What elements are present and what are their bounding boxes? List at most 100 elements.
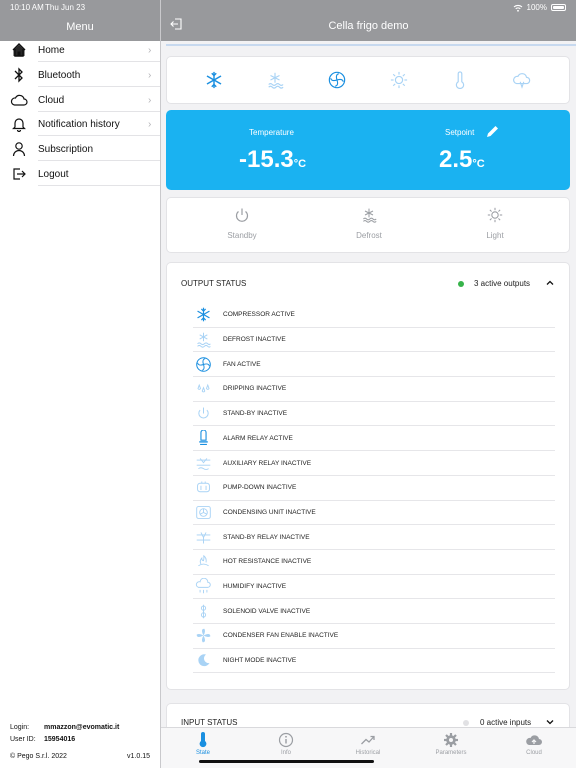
sidebar-footer: Login: mmazzon@evomatic.it User ID: 1595… bbox=[10, 718, 150, 768]
output-row: DRIPPING INACTIVE bbox=[193, 377, 555, 402]
output-row: PUMP-DOWN INACTIVE bbox=[193, 476, 555, 501]
alarm-icon bbox=[194, 429, 212, 447]
output-label: SOLENOID VALVE INACTIVE bbox=[223, 607, 311, 615]
light-icon bbox=[487, 207, 503, 223]
gear-icon bbox=[444, 733, 458, 747]
sidebar-item-label: Bluetooth bbox=[38, 69, 81, 81]
defrost-button[interactable]: Defrost bbox=[329, 207, 409, 240]
output-label: STAND-BY RELAY INACTIVE bbox=[223, 533, 310, 541]
moon-icon bbox=[194, 652, 212, 670]
tab-historical[interactable]: Historical bbox=[338, 732, 398, 756]
output-label: CONDENSER FAN ENABLE INACTIVE bbox=[223, 632, 339, 640]
logout-icon bbox=[0, 166, 38, 182]
thermometer-icon[interactable] bbox=[448, 68, 472, 92]
tab-info[interactable]: Info bbox=[256, 732, 316, 756]
home-indicator bbox=[199, 760, 374, 763]
chevron-up-icon[interactable] bbox=[545, 278, 555, 288]
temperature-label: Temperature bbox=[249, 128, 294, 137]
sidebar-item-bluetooth[interactable]: Bluetooth › bbox=[0, 63, 160, 87]
output-label: HUMIDIFY INACTIVE bbox=[223, 583, 287, 591]
defrost-icon[interactable] bbox=[263, 68, 287, 92]
fan-icon bbox=[194, 355, 212, 373]
sidebar-item-label: Notification history bbox=[38, 118, 120, 130]
edit-setpoint-icon[interactable] bbox=[484, 124, 500, 140]
output-row: HUMIDIFY INACTIVE bbox=[193, 575, 555, 600]
temperature-panel: Temperature Setpoint -15.3°C 2.5°C bbox=[166, 110, 570, 190]
sidebar-item-notification-history[interactable]: Notification history › bbox=[0, 112, 160, 136]
output-label: AUXILIARY RELAY INACTIVE bbox=[223, 459, 312, 467]
output-label: DEFROST INACTIVE bbox=[223, 336, 286, 344]
sidebar-item-label: Subscription bbox=[38, 143, 94, 155]
power-icon bbox=[235, 208, 249, 222]
sidebar-item-subscription[interactable]: Subscription bbox=[0, 137, 160, 161]
tab-state[interactable]: State bbox=[173, 732, 233, 756]
status-indicators: 100% bbox=[513, 3, 566, 12]
sidebar-item-home[interactable]: Home › bbox=[0, 38, 160, 62]
defrost-label: Defrost bbox=[356, 231, 382, 240]
active-outputs-count: 3 active outputs bbox=[474, 279, 531, 288]
light-label: Light bbox=[486, 231, 504, 240]
input-status-title: INPUT STATUS bbox=[181, 718, 238, 727]
output-row: HOT RESISTANCE INACTIVE bbox=[193, 550, 555, 575]
setpoint-unit: °C bbox=[472, 158, 485, 170]
snowflake-icon[interactable] bbox=[202, 68, 226, 92]
cloud-sync-icon[interactable] bbox=[510, 68, 534, 92]
output-label: STAND-BY INACTIVE bbox=[223, 410, 288, 418]
output-row: AUXILIARY RELAY INACTIVE bbox=[193, 451, 555, 476]
menu-title: Menu bbox=[66, 21, 94, 33]
defrost-icon bbox=[363, 208, 377, 223]
chevron-down-icon[interactable] bbox=[545, 717, 555, 727]
chart-icon bbox=[361, 735, 375, 745]
wifi-icon bbox=[513, 4, 522, 12]
sidebar-item-label: Cloud bbox=[38, 94, 65, 106]
login-value: mmazzon@evomatic.it bbox=[44, 724, 120, 731]
header-divider bbox=[166, 44, 576, 46]
setpoint-reading[interactable]: 2.5°C bbox=[439, 146, 485, 174]
light-button[interactable]: Light bbox=[455, 207, 535, 240]
chevron-right-icon: › bbox=[148, 69, 152, 81]
sidebar-item-label: Logout bbox=[38, 168, 69, 180]
sidebar-item-cloud[interactable]: Cloud › bbox=[0, 88, 160, 112]
mode-strip bbox=[166, 56, 570, 104]
bell-icon bbox=[0, 116, 38, 132]
thermometer-icon bbox=[199, 732, 207, 748]
temperature-unit: °C bbox=[293, 158, 307, 170]
user-id-key: User ID: bbox=[10, 736, 36, 743]
output-label: CONDENSING UNIT INACTIVE bbox=[223, 508, 316, 516]
sidebar-item-logout[interactable]: Logout bbox=[0, 162, 160, 186]
setpoint-value: 2.5 bbox=[439, 146, 473, 173]
tab-label: Historical bbox=[355, 750, 381, 756]
output-label: ALARM RELAY ACTIVE bbox=[223, 434, 293, 442]
output-status-title: OUTPUT STATUS bbox=[181, 279, 247, 288]
status-date: Thu Jun 23 bbox=[45, 3, 86, 12]
temperature-reading: -15.3°C bbox=[239, 146, 306, 174]
power-icon bbox=[194, 405, 212, 423]
home-icon bbox=[0, 42, 38, 58]
output-row: FAN ACTIVE bbox=[193, 352, 555, 378]
standby-relay-icon bbox=[194, 528, 212, 546]
tab-label: Info bbox=[280, 750, 291, 756]
bluetooth-icon bbox=[0, 67, 38, 83]
info-icon bbox=[278, 732, 294, 748]
output-label: PUMP-DOWN INACTIVE bbox=[223, 484, 297, 492]
input-status-dot bbox=[463, 720, 469, 726]
output-row: NIGHT MODE INACTIVE bbox=[193, 649, 555, 674]
light-icon[interactable] bbox=[387, 68, 411, 92]
fan-icon[interactable] bbox=[325, 68, 349, 92]
sidebar-header: 10:10 AM Thu Jun 23 Menu bbox=[0, 0, 160, 41]
solenoid-valve-icon bbox=[194, 602, 212, 620]
temperature-value: -15.3 bbox=[239, 146, 294, 173]
chevron-right-icon: › bbox=[148, 44, 152, 56]
standby-button[interactable]: Standby bbox=[202, 207, 282, 240]
page-title: Cella frigo demo bbox=[328, 20, 409, 32]
output-row: STAND-BY INACTIVE bbox=[193, 402, 555, 427]
sidebar: 10:10 AM Thu Jun 23 Menu Home › Bluetoot… bbox=[0, 0, 161, 768]
tab-cloud[interactable]: Cloud bbox=[504, 732, 564, 756]
output-label: NIGHT MODE INACTIVE bbox=[223, 657, 297, 665]
status-time: 10:10 AM bbox=[10, 3, 44, 12]
tab-parameters[interactable]: Parameters bbox=[421, 732, 481, 756]
compressor-icon bbox=[194, 306, 212, 324]
output-label: COMPRESSOR ACTIVE bbox=[223, 311, 295, 319]
quick-actions: Standby Defrost Light bbox=[166, 197, 570, 253]
output-row: ALARM RELAY ACTIVE bbox=[193, 427, 555, 452]
